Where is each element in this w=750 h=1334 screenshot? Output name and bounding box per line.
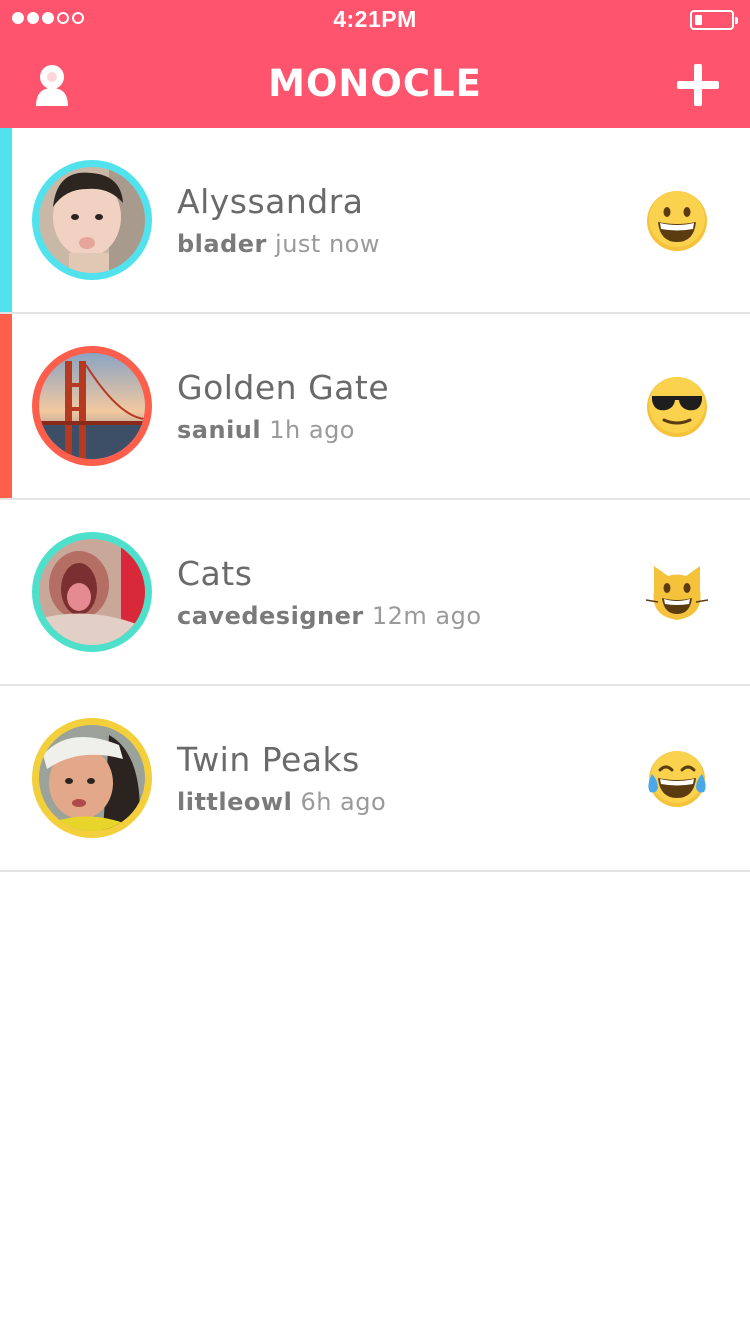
battery-icon: [690, 10, 738, 30]
feed-meta: saniul 1h ago: [177, 416, 355, 444]
feed-time: 6h ago: [300, 788, 387, 816]
unread-accent-bar: [0, 314, 12, 498]
avatar-photo: [39, 539, 145, 645]
avatar-photo: [39, 167, 145, 273]
feed-username: littleowl: [177, 788, 293, 816]
feed-row-twin-peaks[interactable]: Twin Peaks littleowl 6h ago: [0, 686, 750, 872]
app-header: 4:21PM MONOCLE: [0, 0, 750, 128]
feed-username: saniul: [177, 416, 262, 444]
status-bar: 4:21PM: [0, 0, 750, 40]
avatar-photo: [39, 725, 145, 831]
avatar: [32, 346, 152, 466]
feed-time: 12m ago: [371, 602, 482, 630]
add-button[interactable]: [677, 64, 719, 106]
feed-title: Cats: [177, 554, 253, 593]
feed-username: cavedesigner: [177, 602, 364, 630]
feed-row-cats[interactable]: Cats cavedesigner 12m ago: [0, 500, 750, 686]
status-time: 4:21PM: [333, 6, 417, 32]
feed-meta: blader just now: [177, 230, 380, 258]
feed-username: blader: [177, 230, 267, 258]
feed-list: Alyssandra blader just now Golden Gate s…: [0, 128, 750, 872]
feed-row-alyssandra[interactable]: Alyssandra blader just now: [0, 128, 750, 314]
unread-accent-bar: [0, 128, 12, 312]
feed-title: Golden Gate: [177, 368, 390, 407]
sunglasses-face-icon: [647, 377, 707, 437]
feed-title: Alyssandra: [177, 182, 364, 221]
avatar: [32, 160, 152, 280]
feed-title: Twin Peaks: [177, 740, 360, 779]
feed-row-golden-gate[interactable]: Golden Gate saniul 1h ago: [0, 314, 750, 500]
feed-time: 1h ago: [269, 416, 355, 444]
avatar: [32, 532, 152, 652]
avatar-photo: [39, 353, 146, 459]
tears-of-joy-icon: [648, 751, 706, 807]
app-title: MONOCLE: [268, 62, 482, 105]
grinning-cat-icon: [646, 566, 708, 620]
feed-time: just now: [275, 230, 380, 258]
feed-meta: cavedesigner 12m ago: [177, 602, 482, 630]
feed-meta: littleowl 6h ago: [177, 788, 386, 816]
grinning-face-icon: [647, 191, 707, 251]
avatar: [32, 718, 152, 838]
